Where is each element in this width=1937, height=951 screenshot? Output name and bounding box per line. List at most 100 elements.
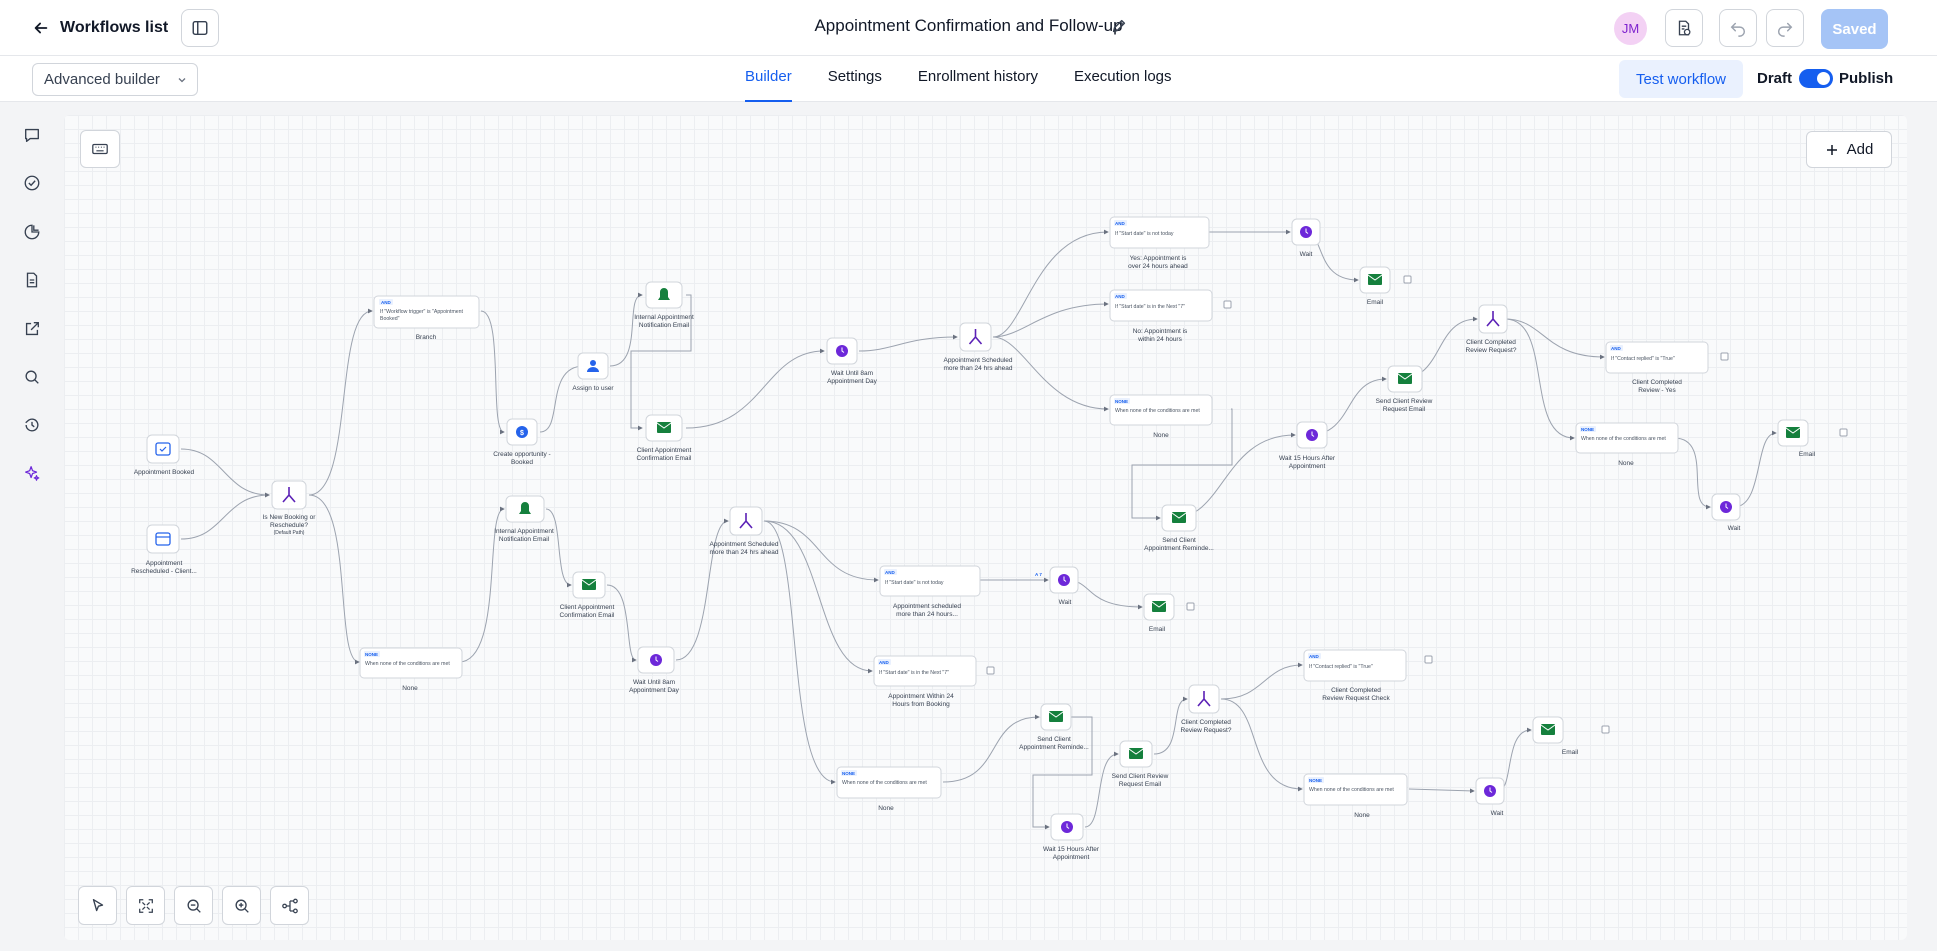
action-internal-notification-2[interactable]: Internal Appointment Notification Email <box>494 495 554 543</box>
email-mid[interactable]: Email <box>1143 593 1195 633</box>
wait-top[interactable]: Wait <box>1291 218 1321 258</box>
condition-start-next-7-1[interactable]: AND If "Start date" is in the Next "7" N… <box>1109 289 1232 343</box>
sidebar-toggle-button[interactable] <box>181 9 219 47</box>
wait-lower-right[interactable]: Wait <box>1475 777 1505 817</box>
email-top[interactable]: Email <box>1359 266 1412 306</box>
tab-execution-logs[interactable]: Execution logs <box>1074 56 1172 102</box>
action-client-confirmation-2[interactable]: Client Appointment Confirmation Email <box>560 571 615 619</box>
version-history-button[interactable] <box>1665 9 1703 47</box>
add-label: Add <box>1846 141 1874 158</box>
rail-checks-button[interactable] <box>19 170 45 196</box>
cond-booked-text-2: Booked" <box>380 316 400 322</box>
rail-search-button[interactable] <box>19 364 45 390</box>
wait-15-1-label-1: Wait 15 Hours After <box>1279 455 1336 462</box>
pencil-icon[interactable] <box>1110 17 1128 35</box>
undo-button[interactable] <box>1719 9 1757 47</box>
condition-none-review-2[interactable]: NONE When none of the conditions are met… <box>1303 773 1408 819</box>
redo-button[interactable] <box>1766 9 1804 47</box>
condition-none-main[interactable]: NONE When none of the conditions are met… <box>359 647 463 692</box>
add-node-button[interactable]: Add <box>1806 131 1892 168</box>
email-right[interactable]: Email <box>1777 419 1848 458</box>
zoom-in-button[interactable] <box>222 886 261 925</box>
redo-icon <box>1777 22 1793 37</box>
action-send-reminder-2[interactable]: Send Client Appointment Reminde... <box>1019 703 1089 751</box>
branch-new-or-reschedule[interactable]: Is New Booking or Reschedule? (Default P… <box>263 480 317 536</box>
cond-none-2-label: None <box>878 805 894 812</box>
wait-mid[interactable]: A 7 Wait <box>1035 566 1079 606</box>
builder-mode-select[interactable]: Advanced builder <box>32 63 198 96</box>
saved-button[interactable]: Saved <box>1821 9 1888 49</box>
user-avatar[interactable]: JM <box>1614 12 1647 45</box>
workflow-title[interactable]: Appointment Confirmation and Follow-up <box>814 16 1122 35</box>
send-review-2-label-1: Send Client Review <box>1112 773 1169 780</box>
create-opp-label-1: Create opportunity - <box>493 451 550 458</box>
wait-right[interactable]: Wait <box>1711 493 1741 532</box>
tab-enrollment-history[interactable]: Enrollment history <box>918 56 1038 102</box>
send-reminder-2-label-2: Appointment Reminde... <box>1019 744 1089 751</box>
keyboard-shortcuts-button[interactable] <box>80 130 120 168</box>
condition-none-review-1[interactable]: NONE When none of the conditions are met… <box>1575 422 1679 467</box>
branch-appointment-scheduled-1[interactable]: Appointment Scheduled more than 24 hrs a… <box>943 322 1013 372</box>
action-send-review-2[interactable]: Send Client Review Request Email <box>1112 740 1169 788</box>
rail-export-button[interactable] <box>19 316 45 342</box>
action-assign-user[interactable]: Assign to user <box>572 352 614 392</box>
publish-toggle[interactable] <box>1799 69 1833 88</box>
client-conf-1-label-2: Confirmation Email <box>637 455 692 462</box>
history-icon <box>25 418 39 432</box>
check-circle-icon <box>24 175 40 191</box>
condition-none-2[interactable]: NONE When none of the conditions are met… <box>836 766 942 812</box>
rail-stats-button[interactable] <box>19 219 45 245</box>
select-tool-button[interactable] <box>78 886 117 925</box>
tab-settings[interactable]: Settings <box>828 56 882 102</box>
trigger-appointment-booked[interactable]: Appointment Booked <box>134 434 195 476</box>
rail-history-button[interactable] <box>19 412 45 438</box>
workflow-canvas[interactable]: Appointment Booked Appointment Reschedul… <box>64 115 1907 940</box>
action-internal-notification-1[interactable]: Internal Appointment Notification Email <box>634 281 694 329</box>
wait-15-hours-1[interactable]: Wait 15 Hours After Appointment <box>1279 421 1336 470</box>
back-to-workflows-link[interactable]: Workflows list <box>32 14 168 42</box>
cond-within-badge: AND <box>879 660 889 665</box>
fit-view-button[interactable] <box>126 886 165 925</box>
workflow-graph: Appointment Booked Appointment Reschedul… <box>131 216 1848 861</box>
auto-layout-icon <box>281 898 298 913</box>
top-bar: Workflows list Appointment Confirmation … <box>0 0 1937 56</box>
appt-sched-2-label-1: Appointment Scheduled <box>709 541 778 548</box>
wait-until-8am-2[interactable]: Wait Until 8am Appointment Day <box>629 646 680 694</box>
cond-none-main-badge: NONE <box>365 652 378 657</box>
condition-none-1[interactable]: NONE When none of the conditions are met… <box>1109 394 1213 439</box>
cond-within-label-2: Hours from Booking <box>892 701 950 708</box>
rail-comments-button[interactable] <box>19 122 45 148</box>
test-workflow-button[interactable]: Test workflow <box>1619 60 1743 98</box>
condition-workflow-trigger-booked[interactable]: AND If "Workflow trigger" is "Appointmen… <box>373 295 480 341</box>
rail-ai-button[interactable] <box>19 460 45 486</box>
condition-start-not-today-1[interactable]: AND If "Start date" is not today Yes: Ap… <box>1109 216 1210 270</box>
cond-sched-2-label-2: more than 24 hours... <box>896 611 958 618</box>
action-send-review-1[interactable]: Send Client Review Request Email <box>1376 365 1433 413</box>
branch-appointment-scheduled-2[interactable]: Appointment Scheduled more than 24 hrs a… <box>709 506 779 556</box>
review-check-2-label-1: Client Completed <box>1181 719 1231 726</box>
wait-15-hours-2[interactable]: Wait 15 Hours After Appointment <box>1043 813 1100 861</box>
condition-start-not-today-2[interactable]: AND If "Start date" is not today Appoint… <box>879 565 981 618</box>
tab-builder[interactable]: Builder <box>745 56 792 102</box>
cond-none-review-2-label: None <box>1354 812 1370 819</box>
wait-until-8am-1[interactable]: Wait Until 8am Appointment Day <box>826 337 878 385</box>
action-send-reminder-1[interactable]: Send Client Appointment Reminde... <box>1144 504 1214 552</box>
cond-yes-label-2: over 24 hours ahead <box>1128 263 1188 270</box>
client-conf-1-label-1: Client Appointment <box>637 447 692 454</box>
branch-review-check-1[interactable]: Client Completed Review Request? <box>1466 304 1517 354</box>
sparkles-icon <box>25 466 40 481</box>
branch-review-check-2[interactable]: Client Completed Review Request? <box>1181 684 1232 734</box>
rail-notes-button[interactable] <box>19 267 45 293</box>
action-client-confirmation-1[interactable]: Client Appointment Confirmation Email <box>637 414 692 462</box>
cond-replied-2-text: If "Contact replied" is "True" <box>1309 664 1373 670</box>
condition-contact-replied-1[interactable]: AND If "Contact replied" is "True" Clien… <box>1605 341 1729 394</box>
wait-lower-right-label: Wait <box>1491 810 1504 817</box>
condition-contact-replied-2[interactable]: AND If "Contact replied" is "True" Clien… <box>1303 649 1433 702</box>
action-create-opportunity[interactable]: $ Create opportunity - Booked <box>493 418 551 466</box>
auto-layout-button[interactable] <box>270 886 309 925</box>
email-lower-right[interactable]: Email <box>1532 716 1610 756</box>
cond-no-badge: AND <box>1115 294 1125 299</box>
zoom-out-button[interactable] <box>174 886 213 925</box>
trigger-appointment-rescheduled[interactable]: Appointment Rescheduled - Client... <box>131 524 197 575</box>
condition-start-next-7-2[interactable]: AND If "Start date" is in the Next "7" A… <box>873 655 995 708</box>
